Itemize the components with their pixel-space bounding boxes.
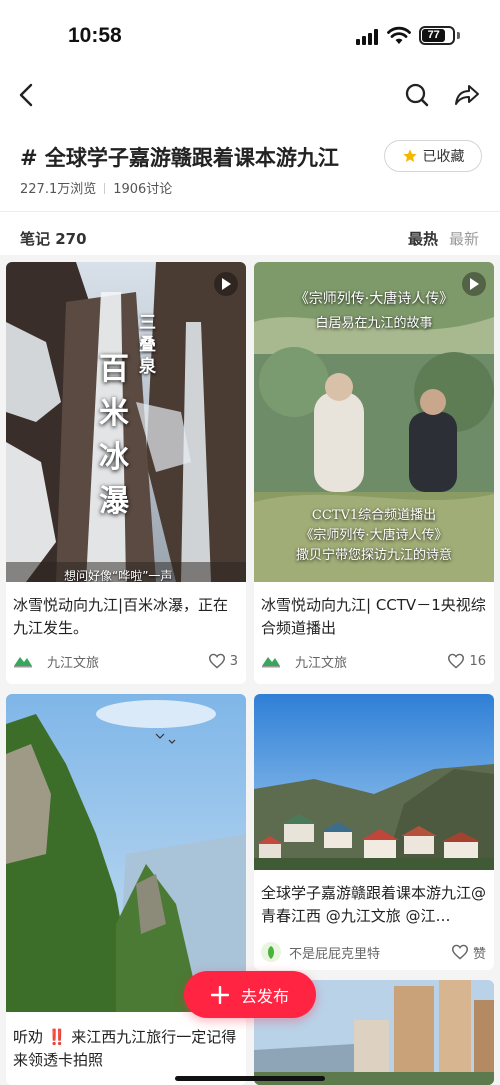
status-time: 10:58 (68, 24, 122, 47)
like-button[interactable]: 赞 (451, 942, 486, 962)
collect-button[interactable]: 已收藏 (384, 140, 482, 172)
cover-banner-bottom-1: CCTV1综合频道播出 (311, 508, 437, 523)
mountain-illustration (6, 694, 246, 1012)
plus-icon (210, 985, 229, 1004)
cover-text-small: 三叠泉 (139, 313, 156, 377)
video-play-icon (214, 272, 238, 296)
card-cover-image (6, 694, 246, 1012)
cellular-signal-icon (356, 29, 380, 45)
like-button[interactable]: 16 (447, 651, 486, 671)
card-cover-image (254, 694, 494, 870)
video-play-icon (462, 272, 486, 296)
note-card[interactable]: 听劝 ‼️ 来江西九江旅行一定记得来领透卡拍照 (6, 694, 246, 1085)
card-author[interactable]: 九江文旅 (13, 651, 99, 671)
cover-banner-top: 《宗师列传·大唐诗人传》 (294, 291, 454, 307)
card-cover-image: 《宗师列传·大唐诗人传》 白居易在九江的故事 CCTV1综合频道播出 《宗师列传… (254, 262, 494, 582)
collect-label: 已收藏 (422, 149, 465, 165)
publish-button[interactable]: 去发布 (184, 971, 316, 1018)
back-button[interactable] (10, 78, 44, 112)
card-title: 听劝 ‼️ 来江西九江旅行一定记得来领透卡拍照 (13, 1028, 237, 1069)
share-icon (455, 85, 479, 105)
home-indicator (175, 1076, 325, 1081)
cover-banner-bottom-3: 撒贝宁带您探访九江的诗意 (295, 548, 452, 563)
cover-banner-bottom-2: 《宗师列传·大唐诗人传》 (300, 528, 448, 543)
like-count: 3 (229, 653, 238, 669)
card-title: 冰雪悦动向九江| CCTV－1央视综合频道播出 (261, 596, 486, 637)
topic-discussions: 1906讨论 (113, 182, 173, 197)
cover-text-vertical: 百米冰瀑 (99, 352, 129, 519)
author-avatar (262, 657, 280, 668)
cover-banner-sub: 白居易在九江的故事 (315, 316, 433, 331)
star-icon (402, 149, 417, 162)
author-name: 不是屁屁克里特 (289, 946, 381, 962)
note-card[interactable]: 《宗师列传·大唐诗人传》 白居易在九江的故事 CCTV1综合频道播出 《宗师列传… (254, 262, 494, 684)
author-avatar (261, 942, 281, 962)
topic-title: # 全球学子嘉游赣跟着课本游九江 (20, 146, 339, 170)
battery-level: 77 (422, 29, 446, 42)
status-bar: 10:58 77 (0, 0, 500, 66)
battery-tip (457, 32, 460, 39)
sort-new-tab[interactable]: 最新 (449, 228, 479, 249)
village-illustration (254, 694, 494, 870)
heart-icon (451, 944, 468, 960)
topic-stats: 227.1万浏览 1906讨论 (20, 178, 172, 197)
card-author[interactable]: 不是屁屁克里特 (261, 942, 380, 962)
notes-count: 笔记 270 (20, 230, 87, 248)
like-button[interactable]: 3 (208, 651, 238, 671)
heart-icon (448, 653, 465, 669)
topic-views: 227.1万浏览 (20, 182, 97, 197)
like-count: 赞 (472, 946, 486, 962)
heart-icon (208, 653, 225, 669)
battery-icon: 77 (419, 26, 455, 45)
author-name: 九江文旅 (47, 655, 100, 671)
card-title: 冰雪悦动向九江|百米冰瀑，正在九江发生。 (13, 596, 229, 637)
card-cover-image: 三叠泉 百米冰瀑 想问好像“哗啦”一声 (6, 262, 246, 582)
search-button[interactable] (400, 78, 434, 112)
share-button[interactable] (450, 78, 484, 112)
publish-label: 去发布 (240, 986, 289, 1006)
author-name: 九江文旅 (295, 655, 348, 671)
nav-bar (0, 70, 500, 120)
note-card[interactable]: 全球学子嘉游赣跟着课本游九江@青春江西 @九江文旅 @江… 不是屁屁克里特 赞 (254, 694, 494, 970)
search-icon (405, 83, 429, 107)
author-avatar (14, 657, 32, 668)
wifi-icon (387, 26, 411, 44)
sort-hot-tab[interactable]: 最热 (408, 228, 438, 249)
cover-caption: 想问好像“哗啦”一声 (64, 569, 173, 582)
topic-header: # 全球学子嘉游赣跟着课本游九江 227.1万浏览 1906讨论 已收藏 (0, 130, 500, 210)
notes-bar: 笔记 270 最热 最新 (0, 222, 500, 252)
card-title: 全球学子嘉游赣跟着课本游九江@青春江西 @九江文旅 @江… (261, 884, 487, 925)
card-author[interactable]: 九江文旅 (261, 651, 347, 671)
chevron-left-icon (19, 83, 33, 107)
stats-divider (104, 183, 106, 194)
like-count: 16 (469, 653, 486, 669)
header-divider (0, 211, 500, 212)
note-card[interactable]: 三叠泉 百米冰瀑 想问好像“哗啦”一声 冰雪悦动向九江|百米冰瀑，正在九江发生。… (6, 262, 246, 684)
